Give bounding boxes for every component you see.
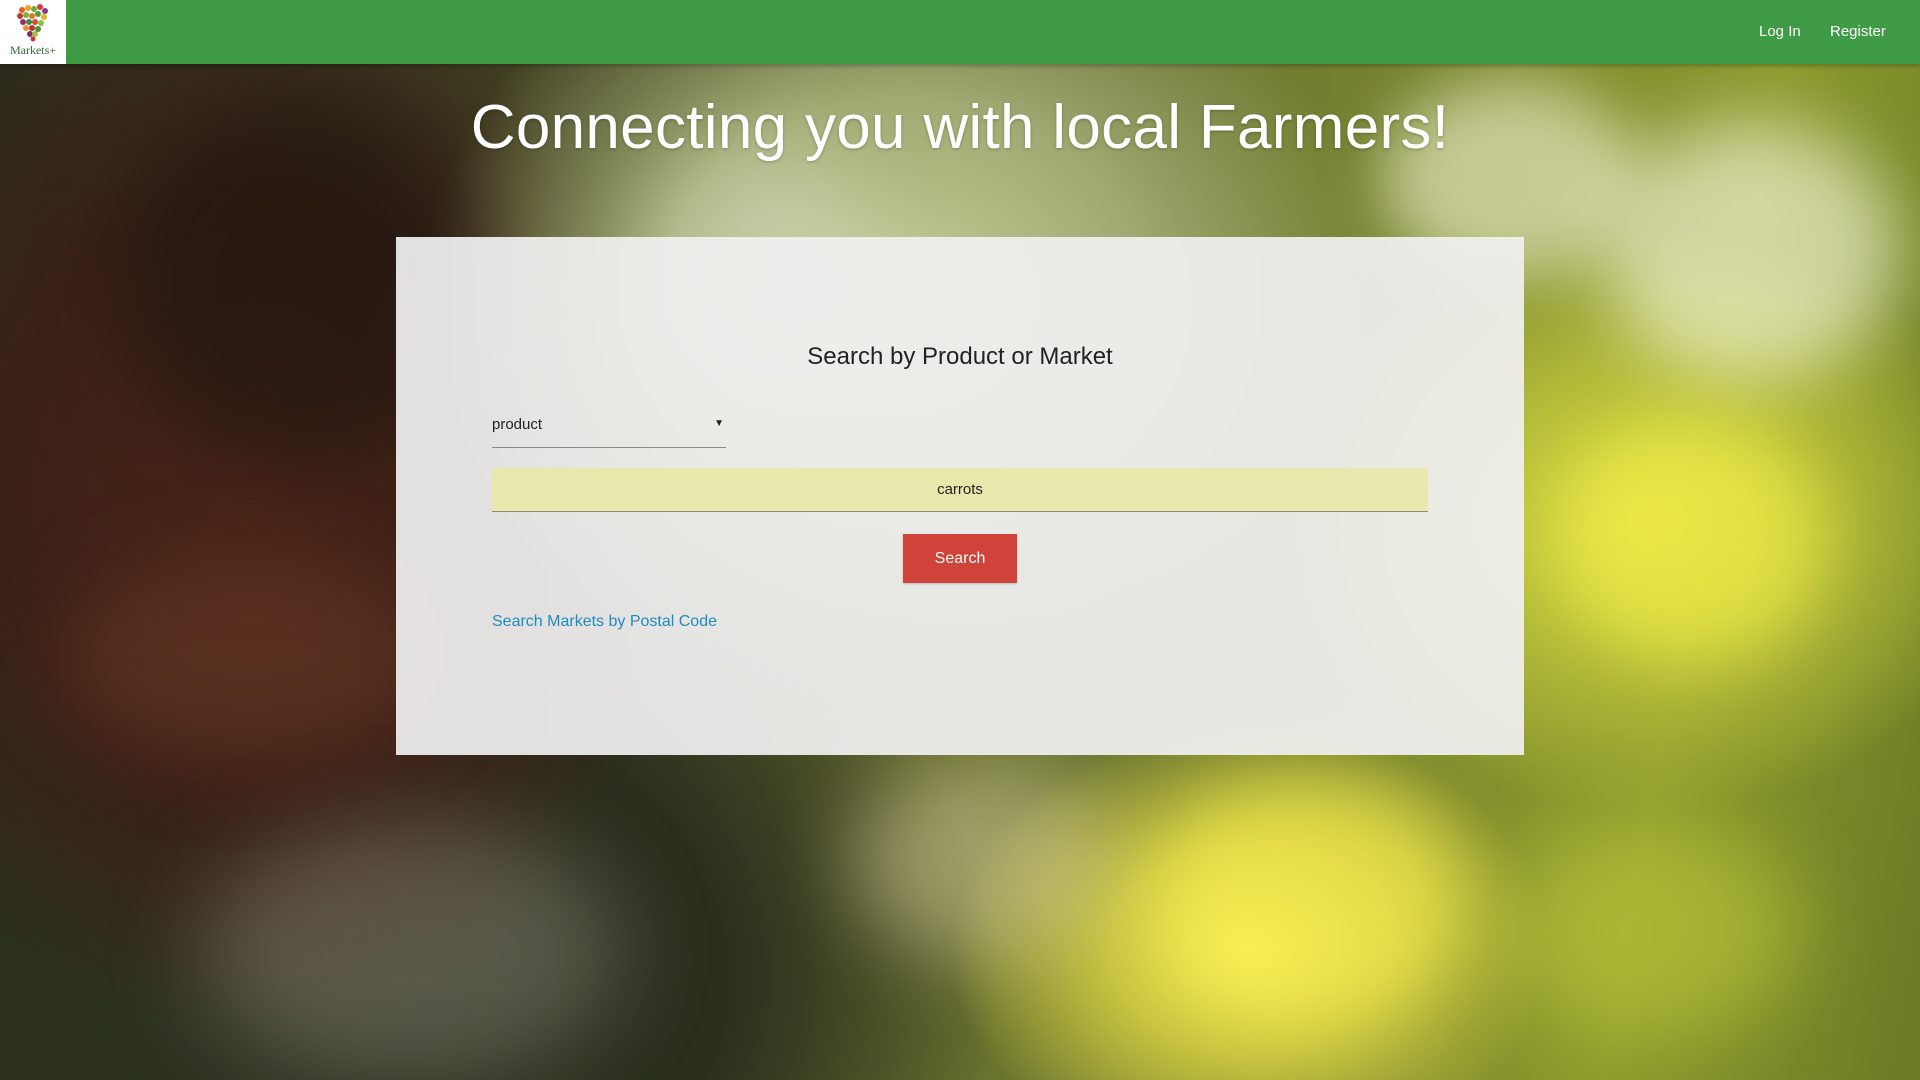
search-type-select[interactable]: product ▼ bbox=[492, 405, 726, 448]
heart-logo-icon bbox=[17, 4, 48, 42]
logo-text: Markets+ bbox=[9, 43, 57, 57]
top-navbar: Markets+ Log In Register bbox=[0, 0, 1920, 64]
search-card: Search by Product or Market product ▼ Se… bbox=[396, 237, 1524, 755]
triangle-down-icon: ▼ bbox=[714, 418, 724, 429]
postal-code-search-link[interactable]: Search Markets by Postal Code bbox=[492, 613, 717, 631]
hero-title: Connecting you with local Farmers! bbox=[470, 93, 1450, 162]
register-link[interactable]: Register bbox=[1830, 0, 1886, 64]
search-button[interactable]: Search bbox=[903, 534, 1017, 583]
search-type-selected-value: product bbox=[492, 416, 543, 433]
search-card-title: Search by Product or Market bbox=[807, 343, 1113, 370]
login-link[interactable]: Log In bbox=[1759, 0, 1801, 64]
site-logo[interactable]: Markets+ bbox=[0, 0, 66, 64]
search-input[interactable] bbox=[492, 468, 1428, 512]
